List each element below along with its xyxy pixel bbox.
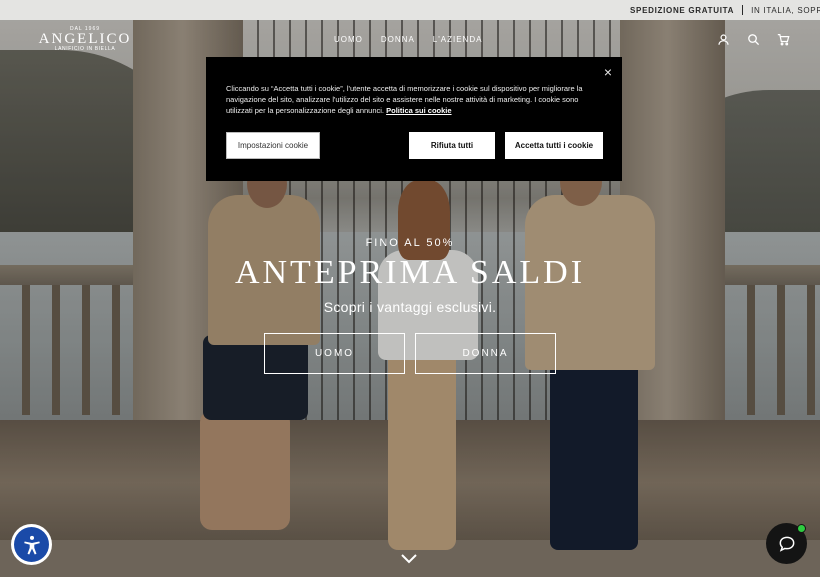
nav-item-donna[interactable]: DONNA — [381, 35, 415, 44]
hero-kicker: FINO AL 50% — [365, 237, 455, 249]
site-header: DAL 1969 ANGELICO LANIFICIO IN BIELLA UO… — [0, 20, 820, 60]
nav-item-azienda[interactable]: L'AZIENDA — [433, 35, 483, 44]
hero-headline: ANTEPRIMA SALDI — [234, 254, 586, 291]
chat-bubble-icon — [779, 536, 794, 552]
shipping-detail: IN ITALIA, SOPRA A — [751, 6, 820, 15]
cookie-settings-button[interactable]: Impostazioni cookie — [226, 132, 320, 159]
announcement-separator — [742, 5, 744, 15]
shipping-label: SPEDIZIONE GRATUITA — [630, 6, 735, 15]
accessibility-button[interactable] — [11, 524, 52, 565]
announcement-bar: SPEDIZIONE GRATUITA IN ITALIA, SOPRA A — [0, 0, 820, 20]
hero-subheadline: Scopri i vantaggi esclusivi. — [323, 299, 497, 315]
shop-donna-button[interactable]: DONNA — [415, 333, 556, 374]
search-icon[interactable] — [746, 32, 760, 46]
header-icons — [716, 32, 790, 46]
accessibility-icon — [14, 527, 49, 562]
accept-all-button[interactable]: Accetta tutti i cookie — [505, 132, 603, 159]
announcement-track: SPEDIZIONE GRATUITA IN ITALIA, SOPRA A — [630, 5, 820, 15]
brand-logo[interactable]: DAL 1969 ANGELICO LANIFICIO IN BIELLA — [31, 26, 139, 53]
logo-name: ANGELICO — [38, 31, 132, 47]
cookie-text: Cliccando su “Accetta tutti i cookie”, l… — [226, 83, 606, 116]
main-nav: UOMO DONNA L'AZIENDA — [334, 35, 500, 44]
logo-subtitle: LANIFICIO IN BIELLA — [54, 46, 116, 52]
reject-all-button[interactable]: Rifiuta tutti — [409, 132, 495, 159]
online-status-dot — [797, 524, 806, 533]
cart-icon[interactable] — [776, 32, 790, 46]
nav-item-uomo[interactable]: UOMO — [334, 35, 363, 44]
account-icon[interactable] — [716, 32, 730, 46]
shop-uomo-button[interactable]: UOMO — [264, 333, 405, 374]
cookie-banner: × Cliccando su “Accetta tutti i cookie”,… — [206, 57, 622, 181]
close-icon[interactable]: × — [604, 65, 612, 79]
chevron-down-icon[interactable] — [400, 552, 418, 566]
cookie-policy-link[interactable]: Politica sui cookie — [386, 106, 451, 115]
chat-button[interactable] — [766, 523, 807, 564]
